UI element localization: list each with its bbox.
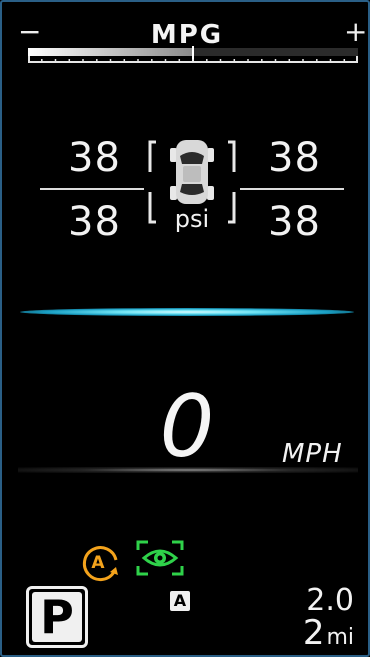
speed-unit: MPH xyxy=(282,439,343,469)
tire-pressure-front-left: 38 xyxy=(68,135,121,181)
tire-divider-left xyxy=(40,188,144,190)
auto-stop-start-icon: A xyxy=(82,546,118,582)
gear-indicator: P xyxy=(26,586,88,648)
gear-current: P xyxy=(32,592,82,642)
mpg-gauge xyxy=(28,46,358,63)
tire-pressure-rear-right: 38 xyxy=(268,199,321,245)
mpg-plus-label: + xyxy=(344,15,368,48)
tire-pressure-unit: psi xyxy=(174,205,210,233)
glow-separator xyxy=(20,308,354,316)
trip-distance-unit: mi xyxy=(326,625,354,650)
svg-text:A: A xyxy=(91,553,105,573)
trip-distance-value: 2 xyxy=(302,613,325,653)
trip-distance: 2mi xyxy=(303,616,354,655)
tire-pressure-rear-left: 38 xyxy=(68,199,121,245)
trip-value: 2.0 xyxy=(306,583,354,618)
driver-monitoring-eye-icon xyxy=(136,540,184,576)
speed-value: 0 xyxy=(159,377,215,477)
tire-pressure-front-right: 38 xyxy=(268,135,321,181)
auto-mode-badge: A xyxy=(170,591,190,611)
tire-divider-right xyxy=(240,188,344,190)
road-line-divider xyxy=(18,467,358,473)
mpg-gauge-fill xyxy=(28,48,193,56)
instrument-cluster-screen: − MPG + 38 38 38 38 psi 0 MPH A A P 2.0 … xyxy=(0,0,370,657)
